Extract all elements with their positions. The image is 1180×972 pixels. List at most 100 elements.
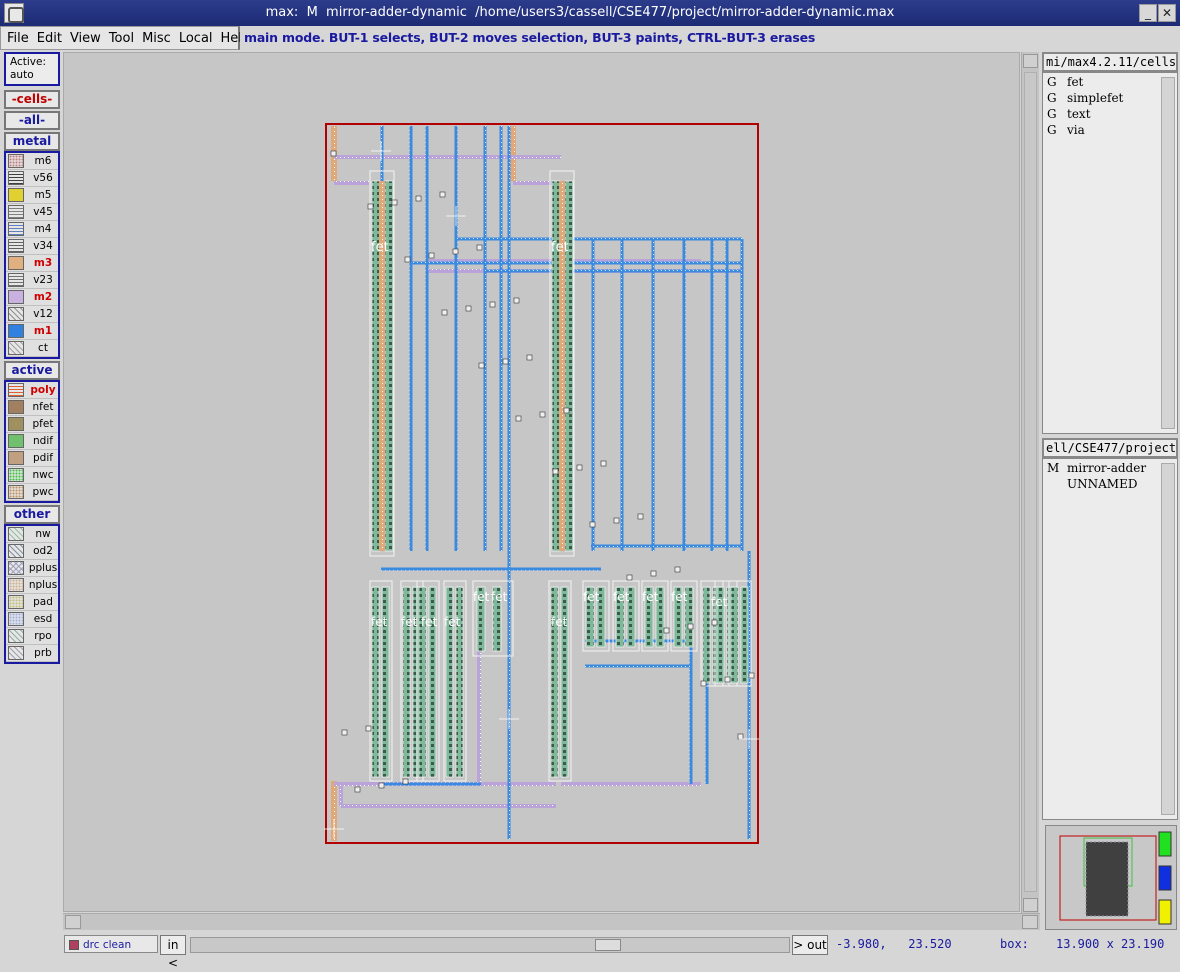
layer-swatch-icon[interactable] — [8, 612, 24, 626]
layer-pfet[interactable]: pfet — [6, 416, 58, 433]
zoom-slider-thumb[interactable] — [595, 939, 621, 951]
metal2-wire — [561, 782, 701, 786]
layer-v56[interactable]: v56 — [6, 170, 58, 187]
library-cell-list[interactable]: Gfet Gsimplefet Gtext Gvia — [1042, 72, 1178, 434]
layer-swatch-icon[interactable] — [8, 451, 24, 465]
active-layer-box[interactable]: Active: auto — [4, 52, 60, 86]
layer-m1[interactable]: m1 — [6, 323, 58, 340]
layer-pdif[interactable]: pdif — [6, 450, 58, 467]
menu-local[interactable]: Local — [179, 31, 213, 46]
layer-nfet[interactable]: nfet — [6, 399, 58, 416]
layer-swatch-icon[interactable] — [8, 383, 24, 397]
project-list-scrollbar[interactable] — [1161, 463, 1175, 815]
menu-misc[interactable]: Misc — [142, 31, 171, 46]
layer-ndif[interactable]: ndif — [6, 433, 58, 450]
layer-v12[interactable]: v12 — [6, 306, 58, 323]
layer-swatch-icon[interactable] — [8, 544, 24, 558]
layer-nw[interactable]: nw — [6, 526, 58, 543]
layer-swatch-icon[interactable] — [8, 188, 24, 202]
zoom-out-button[interactable]: > out — [792, 935, 828, 955]
layer-pad[interactable]: pad — [6, 594, 58, 611]
layer-v45[interactable]: v45 — [6, 204, 58, 221]
menu-edit[interactable]: Edit — [37, 31, 62, 46]
project-cell-list[interactable]: Mmirror-adder UNNAMED — [1042, 458, 1178, 820]
layer-swatch-icon[interactable] — [8, 154, 24, 168]
metal3-wire — [510, 126, 516, 181]
layer-m4[interactable]: m4 — [6, 221, 58, 238]
horizontal-scrollbar[interactable] — [63, 913, 1040, 930]
layer-swatch-icon[interactable] — [8, 239, 24, 253]
layer-od2[interactable]: od2 — [6, 543, 58, 560]
metal1-wire — [381, 782, 481, 786]
layer-swatch-icon[interactable] — [8, 256, 24, 270]
drc-status[interactable]: drc clean — [64, 935, 158, 953]
layer-swatch-icon[interactable] — [8, 400, 24, 414]
layer-swatch-icon[interactable] — [8, 527, 24, 541]
menu-file[interactable]: File — [7, 31, 29, 46]
layer-swatch-icon[interactable] — [8, 222, 24, 236]
layer-swatch-icon[interactable] — [8, 578, 24, 592]
layer-swatch-icon[interactable] — [8, 646, 24, 660]
overview-minimap[interactable] — [1045, 825, 1177, 930]
all-button[interactable]: -all- — [4, 111, 60, 130]
minimap-blue-indicator[interactable] — [1158, 865, 1172, 891]
scroll-left-arrow-icon[interactable] — [65, 915, 81, 929]
layer-pplus[interactable]: pplus — [6, 560, 58, 577]
layer-swatch-icon[interactable] — [8, 205, 24, 219]
cell-item[interactable]: Gfet — [1043, 75, 1177, 91]
minimap-green-indicator[interactable] — [1158, 831, 1172, 857]
minimize-button[interactable]: _ — [1139, 4, 1157, 22]
layer-esd[interactable]: esd — [6, 611, 58, 628]
drc-checkbox-icon[interactable] — [69, 940, 79, 950]
menu-tool[interactable]: Tool — [109, 31, 134, 46]
layer-m5[interactable]: m5 — [6, 187, 58, 204]
scroll-right-arrow-icon[interactable] — [1022, 915, 1038, 929]
layer-m3[interactable]: m3 — [6, 255, 58, 272]
menu-view[interactable]: View — [70, 31, 101, 46]
layer-poly[interactable]: poly — [6, 382, 58, 399]
layer-swatch-icon[interactable] — [8, 561, 24, 575]
layer-ct[interactable]: ct — [6, 340, 58, 357]
vertical-scrollbar[interactable] — [1021, 52, 1039, 914]
layer-swatch-icon[interactable] — [8, 417, 24, 431]
layer-swatch-icon[interactable] — [8, 324, 24, 338]
layer-nplus[interactable]: nplus — [6, 577, 58, 594]
minimap-yellow-indicator[interactable] — [1158, 899, 1172, 925]
layer-rpo[interactable]: rpo — [6, 628, 58, 645]
layer-m2[interactable]: m2 — [6, 289, 58, 306]
layer-swatch-icon[interactable] — [8, 341, 24, 355]
layer-v23[interactable]: v23 — [6, 272, 58, 289]
metal-section-button[interactable]: metal — [4, 132, 60, 151]
layer-swatch-icon[interactable] — [8, 273, 24, 287]
layer-m6[interactable]: m6 — [6, 153, 58, 170]
close-button[interactable]: ✕ — [1158, 4, 1176, 22]
layer-prb[interactable]: prb — [6, 645, 58, 662]
layer-swatch-icon[interactable] — [8, 468, 24, 482]
cell-item[interactable]: Mmirror-adder — [1043, 461, 1177, 477]
layer-pwc[interactable]: pwc — [6, 484, 58, 501]
layer-swatch-icon[interactable] — [8, 434, 24, 448]
cell-item[interactable]: Gsimplefet — [1043, 91, 1177, 107]
zoom-slider[interactable] — [190, 937, 790, 953]
layer-swatch-icon[interactable] — [8, 171, 24, 185]
cell-item[interactable]: Gvia — [1043, 123, 1177, 139]
scroll-down-arrow-icon[interactable] — [1023, 898, 1038, 912]
layer-swatch-icon[interactable] — [8, 290, 24, 304]
layer-swatch-icon[interactable] — [8, 485, 24, 499]
layer-swatch-icon[interactable] — [8, 595, 24, 609]
other-section-button[interactable]: other — [4, 505, 60, 524]
active-section-button[interactable]: active — [4, 361, 60, 380]
scroll-up-arrow-icon[interactable] — [1023, 54, 1038, 68]
layout-drawing[interactable]: fet fetfet fet fet fet fetfet fet fet fet fet fet f… — [64, 53, 1021, 913]
layer-v34[interactable]: v34 — [6, 238, 58, 255]
library-list-scrollbar[interactable] — [1161, 77, 1175, 429]
cell-item[interactable]: UNNAMED — [1043, 477, 1177, 493]
cells-button[interactable]: -cells- — [4, 90, 60, 109]
vertical-scroll-thumb[interactable] — [1024, 72, 1037, 892]
layer-nwc[interactable]: nwc — [6, 467, 58, 484]
layer-swatch-icon[interactable] — [8, 629, 24, 643]
zoom-in-button[interactable]: in < — [160, 935, 186, 970]
layout-canvas[interactable]: fet fet fet fet fet fet fet fet fet fet fet fet fet f… — [63, 52, 1020, 912]
cell-item[interactable]: Gtext — [1043, 107, 1177, 123]
layer-swatch-icon[interactable] — [8, 307, 24, 321]
